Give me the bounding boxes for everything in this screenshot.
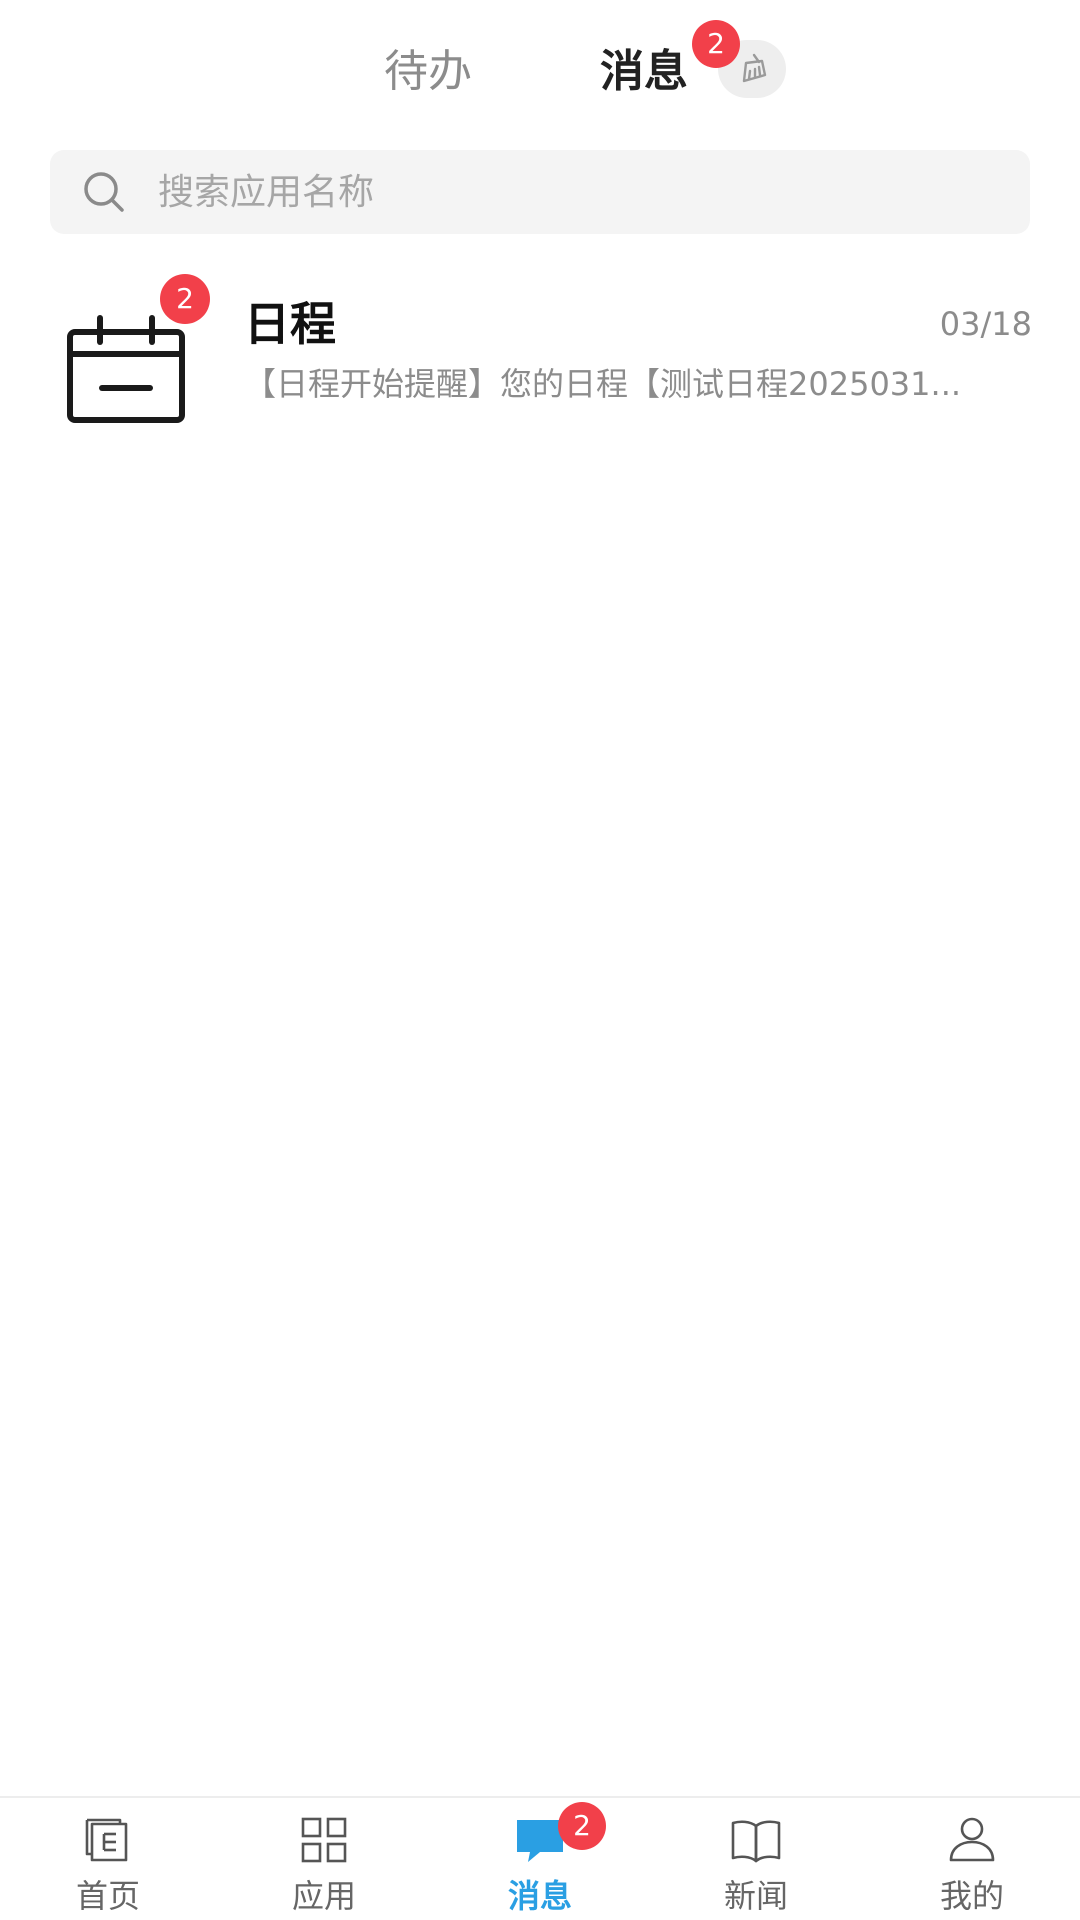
message-time: 03/18 [939, 305, 1032, 343]
person-icon [949, 1817, 995, 1862]
nav-item-messages[interactable]: 2 消息 [432, 1798, 648, 1920]
nav-label-home: 首页 [75, 1877, 140, 1915]
nav-label-news: 新闻 [723, 1877, 788, 1915]
tab-messages[interactable]: 消息 [600, 44, 688, 100]
messages-unread-badge: 2 [692, 20, 740, 68]
message-title: 日程 [244, 297, 336, 351]
search-icon [84, 172, 124, 212]
tab-todo[interactable]: 待办 [384, 44, 472, 100]
nav-label-apps: 应用 [291, 1877, 356, 1915]
bottom-nav: 首页 应用 2 消息 新闻 我的 [0, 1796, 1080, 1920]
search-input[interactable] [158, 160, 998, 224]
nav-label-messages: 消息 [507, 1877, 572, 1915]
nav-label-profile: 我的 [939, 1877, 1004, 1915]
message-preview: 【日程开始提醒】您的日程【测试日程2025031... [244, 365, 962, 403]
nav-item-home[interactable]: 首页 [0, 1798, 216, 1920]
search-bar [50, 150, 1030, 234]
book-icon [731, 1820, 781, 1863]
nav-item-apps[interactable]: 应用 [216, 1798, 432, 1920]
unread-badge: 2 [160, 274, 210, 324]
nav-messages-badge: 2 [558, 1802, 606, 1850]
messages-page: 待办 消息 2 搜索应用名称 2 日程 03/18 【日程开始提醒】您的日程【测… [0, 0, 1080, 1920]
home-icon [85, 1818, 128, 1862]
nav-item-news[interactable]: 新闻 [648, 1798, 864, 1920]
apps-grid-icon [301, 1817, 347, 1863]
top-tab-bar: 待办 消息 2 [0, 0, 1080, 140]
broom-icon [742, 53, 767, 83]
nav-item-profile[interactable]: 我的 [864, 1798, 1080, 1920]
list-item-schedule[interactable]: 2 日程 03/18 【日程开始提醒】您的日程【测试日程2025031... [0, 270, 1080, 423]
